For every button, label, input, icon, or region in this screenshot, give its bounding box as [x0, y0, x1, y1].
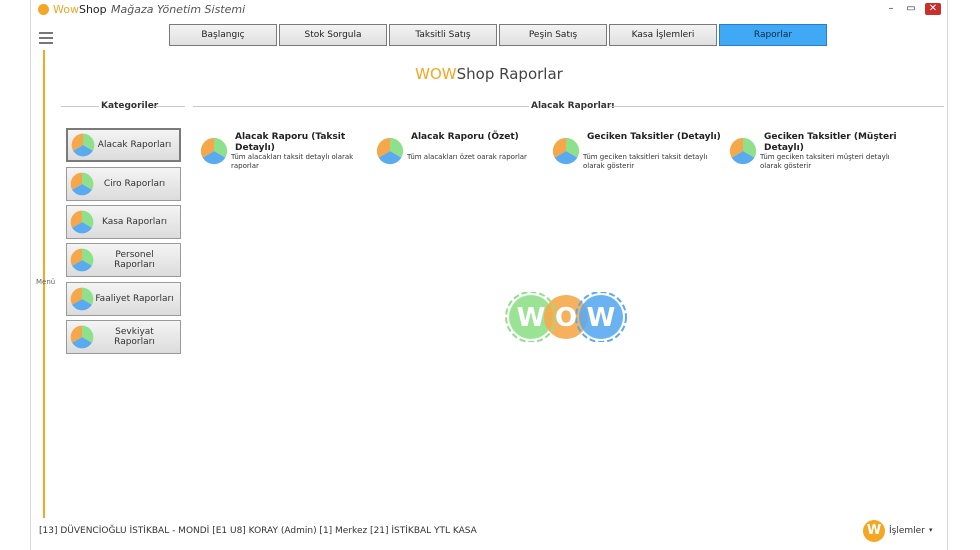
category-label: Personel Raporları	[114, 250, 155, 270]
report-title: Alacak Raporu (Özet)	[411, 132, 519, 142]
titlebar: WowShop - Mağaza Yönetim Sistemi – ▭ ✕	[31, 0, 947, 20]
report-geciken-taksitler-detayli[interactable]: Geciken Taksitler (Detaylı) Tüm geciken …	[551, 130, 726, 180]
report-title: Geciken Taksitler (Detaylı)	[587, 132, 721, 142]
pie-chart-icon	[376, 137, 404, 165]
report-geciken-taksitler-musteri-detayli[interactable]: Geciken Taksitler (Müşteri Detaylı) Tüm …	[728, 130, 903, 180]
wow-logo: W O W	[505, 292, 627, 342]
wow-badge-icon: W	[863, 520, 885, 542]
pie-chart-icon	[70, 172, 94, 196]
page-title-highlight: WOW	[415, 65, 457, 83]
category-faaliyet-raporlari[interactable]: Faaliyet Raporları	[66, 282, 181, 316]
category-sevkiyat-raporlari[interactable]: Sevkiyat Raporları	[66, 320, 181, 354]
app-window: WowShop - Mağaza Yönetim Sistemi – ▭ ✕ M…	[30, 0, 948, 550]
report-description: Tüm alacakları taksit detaylı olarak rap…	[231, 153, 354, 170]
tab-raporlar[interactable]: Raporlar	[719, 24, 827, 46]
maximize-button[interactable]: ▭	[903, 3, 919, 15]
pie-chart-icon	[729, 137, 757, 165]
category-kasa-raporlari[interactable]: Kasa Raporları	[66, 205, 181, 239]
pie-chart-icon	[70, 287, 94, 311]
pie-chart-icon	[70, 325, 94, 349]
title-separator: -	[99, 3, 103, 16]
menu-label: Menü	[36, 278, 56, 286]
report-title: Geciken Taksitler (Müşteri Detaylı)	[764, 132, 897, 153]
page-title-rest: Shop Raporlar	[456, 65, 563, 83]
divider	[155, 106, 185, 107]
tab-taksitli-satis[interactable]: Taksitli Satış	[389, 24, 497, 46]
app-name-highlight: Wow	[53, 3, 79, 16]
report-description: Tüm geciken taksiteri müşteri detaylı ol…	[760, 153, 890, 170]
tab-stok-sorgula[interactable]: Stok Sorgula	[279, 24, 387, 46]
tab-pesin-satis[interactable]: Peşin Satış	[499, 24, 607, 46]
islemler-label: İşlemler	[889, 526, 925, 536]
divider	[61, 106, 99, 107]
pie-chart-icon	[70, 210, 94, 234]
chevron-down-icon: ▾	[929, 526, 933, 534]
report-alacak-ozet[interactable]: Alacak Raporu (Özet) Tüm alacakları özet…	[375, 130, 550, 180]
minimize-button[interactable]: –	[883, 3, 899, 15]
window-subtitle: Mağaza Yönetim Sistemi	[111, 3, 246, 16]
reports-header: Alacak Raporları	[531, 101, 615, 111]
pie-chart-icon	[70, 248, 94, 272]
top-tab-bar: Başlangıç Stok Sorgula Taksitli Satış Pe…	[169, 24, 829, 46]
pie-chart-icon	[552, 137, 580, 165]
page-title: WOWShop Raporlar	[31, 65, 947, 83]
tab-kasa-islemleri[interactable]: Kasa İşlemleri	[609, 24, 717, 46]
category-ciro-raporlari[interactable]: Ciro Raporları	[66, 167, 181, 201]
category-personel-raporlari[interactable]: Personel Raporları	[66, 243, 181, 277]
tab-baslangic[interactable]: Başlangıç	[169, 24, 277, 46]
category-label: Faaliyet Raporları	[95, 294, 174, 304]
pie-chart-icon	[200, 137, 228, 165]
category-label: Sevkiyat Raporları	[114, 327, 155, 347]
category-label: Alacak Raporları	[97, 140, 172, 150]
categories-header: Kategoriler	[101, 101, 159, 111]
report-description: Tüm alacakları özet oarak raporlar	[407, 153, 527, 161]
pie-chart-icon	[71, 133, 95, 157]
app-logo-icon	[38, 4, 49, 15]
category-alacak-raporlari[interactable]: Alacak Raporları	[66, 128, 181, 162]
category-label: Ciro Raporları	[103, 179, 166, 189]
logo-letter-o: O	[555, 303, 577, 333]
islemler-menu[interactable]: W İşlemler ▾	[863, 520, 943, 544]
divider	[193, 106, 529, 107]
divider	[609, 106, 944, 107]
close-button[interactable]: ✕	[925, 3, 941, 15]
report-description: Tüm geciken taksitleri taksit detaylı ol…	[583, 153, 708, 170]
logo-letter-w1: W	[517, 303, 546, 333]
logo-letter-w2: W	[587, 303, 616, 333]
report-alacak-taksit-detayli[interactable]: Alacak Raporu (Taksit Detaylı) Tüm alaca…	[199, 130, 374, 180]
category-label: Kasa Raporları	[101, 217, 168, 227]
report-title: Alacak Raporu (Taksit Detaylı)	[235, 132, 346, 153]
status-text: [13] DÜVENCİOĞLU İSTİKBAL - MONDİ [E1 U8…	[39, 526, 477, 536]
hamburger-menu-icon[interactable]	[39, 32, 53, 44]
